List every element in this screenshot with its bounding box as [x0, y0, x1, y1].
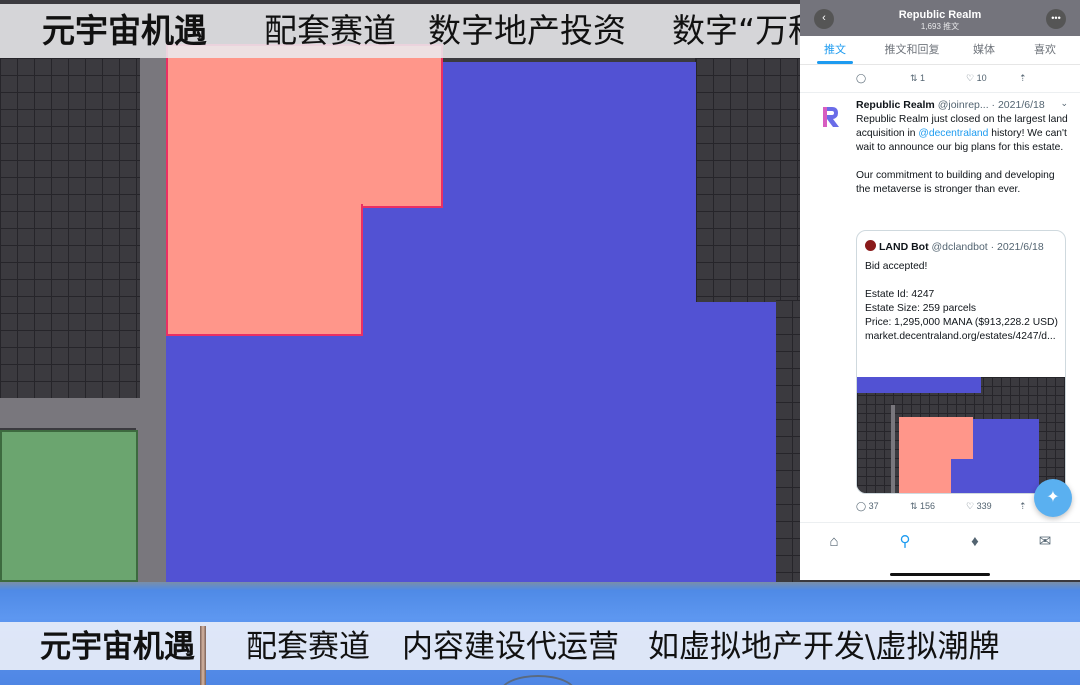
tweet-actions: ◯ 37 ⇅ 156 ♡ 339 ⇡: [856, 501, 1056, 515]
tweet-count: 1,693 推文: [920, 22, 960, 31]
banner-item-matching-track: 配套赛道: [246, 629, 370, 665]
quote-line: Price: 1,295,000 MANA ($913,228.2 USD): [865, 317, 1058, 328]
parcel-grid: [775, 300, 800, 582]
green-parcel[interactable]: [0, 430, 138, 582]
banner-item-digital-real-estate: 数字地产投资: [428, 11, 626, 50]
banner-brand: 元宇宙机遇: [40, 629, 195, 665]
banner-item-content-operation: 内容建设代运营: [402, 629, 619, 665]
tweet-menu-icon[interactable]: ⌄: [1060, 98, 1068, 109]
parcel-grid: [696, 58, 776, 302]
banner-item-matching-track: 配套赛道: [264, 11, 396, 50]
author-name: Republic Realm: [856, 99, 935, 111]
bottom-navigation: ⌂ ⚲ ♦ ✉: [800, 522, 1080, 580]
share-icon[interactable]: ⇡: [1019, 73, 1027, 84]
quote-handle-date: @dclandbot · 2021/6/18: [931, 241, 1044, 253]
more-icon[interactable]: •••: [1046, 9, 1066, 29]
road: [891, 405, 895, 493]
search-icon[interactable]: ⚲: [895, 532, 915, 552]
quote-name: LAND Bot: [879, 241, 929, 253]
author-handle-date: @joinrep... · 2021/6/18: [937, 99, 1045, 111]
tower-illustration: [200, 626, 206, 685]
decentraland-map: [0, 0, 800, 582]
bottom-title-banner: 元宇宙机遇 配套赛道 内容建设代运营 如虚拟地产开发\虚拟潮牌: [0, 622, 1080, 670]
acquired-parcels[interactable]: [166, 44, 443, 208]
share-icon[interactable]: ⇡: [1019, 501, 1027, 512]
dome-illustration: [500, 675, 576, 685]
reply-count: 37: [868, 501, 879, 511]
retweet-button[interactable]: ⇅ 1: [910, 73, 925, 84]
like-count: 339: [976, 501, 992, 511]
bottom-section: 元宇宙机遇 配套赛道 内容建设代运营 如虚拟地产开发\虚拟潮牌: [0, 582, 1080, 685]
twitter-profile-screen: ‹ Republic Realm 1,693 推文 ••• 推文 推文和回复 媒…: [800, 0, 1080, 580]
mail-icon[interactable]: ✉: [1035, 532, 1055, 552]
compose-tweet-button[interactable]: ✦: [1034, 479, 1072, 517]
quote-text: Bid accepted! Estate Id: 4247 Estate Siz…: [865, 260, 1059, 344]
quote-line: Estate Size: 259 parcels: [865, 303, 977, 314]
tab-tweets[interactable]: 推文: [800, 41, 870, 57]
tweet-author[interactable]: Republic Realm @joinrep... · 2021/6/18: [856, 99, 1045, 111]
banner-item-virtual-development: 如虚拟地产开发\虚拟潮牌: [648, 629, 1000, 665]
home-icon[interactable]: ⌂: [824, 532, 844, 552]
prev-tweet-actions: ◯ ⇅ 1 ♡ 10 ⇡: [856, 73, 1056, 87]
tweet-text: Republic Realm just closed on the larges…: [856, 113, 1068, 197]
tweet-text-paragraph: Our commitment to building and developin…: [856, 170, 1055, 195]
tab-media[interactable]: 媒体: [949, 41, 1019, 57]
estate-strip: [857, 377, 981, 393]
retweet-count: 156: [920, 501, 936, 511]
profile-name: Republic Realm: [898, 9, 982, 21]
quoted-tweet[interactable]: LAND Bot @dclandbot · 2021/6/18 Bid acce…: [856, 230, 1066, 494]
estate-4247-extension: [690, 302, 776, 582]
bell-icon[interactable]: ♦: [965, 532, 985, 552]
landbot-avatar: [865, 240, 876, 251]
like-button[interactable]: ♡ 339: [966, 501, 992, 512]
quote-line: Bid accepted!: [865, 261, 928, 272]
quote-author: LAND Bot @dclandbot · 2021/6/18: [865, 240, 1044, 253]
acquired-parcels-lower: [166, 204, 363, 336]
active-tab-indicator: [817, 61, 853, 64]
quote-map-image[interactable]: [857, 377, 1065, 493]
profile-header: ‹ Republic Realm 1,693 推文 •••: [800, 0, 1080, 36]
divider: [800, 92, 1080, 93]
retweet-button[interactable]: ⇅ 156: [910, 501, 935, 512]
road: [136, 428, 168, 582]
tab-likes[interactable]: 喜欢: [1010, 41, 1080, 57]
quote-line: Estate Id: 4247: [865, 289, 935, 300]
mention-link[interactable]: @decentraland: [918, 128, 988, 139]
banner-brand: 元宇宙机遇: [42, 11, 207, 50]
home-indicator: [890, 573, 990, 576]
profile-tabs: 推文 推文和回复 媒体 喜欢: [800, 36, 1080, 65]
tab-tweets-replies[interactable]: 推文和回复: [877, 41, 947, 57]
acquired-thumb-lower: [899, 457, 951, 493]
like-button[interactable]: ♡ 10: [966, 73, 987, 84]
road: [0, 398, 166, 428]
reply-icon[interactable]: ◯: [856, 73, 866, 84]
quote-line: market.decentraland.org/estates/4247/d..…: [865, 331, 1056, 342]
retweet-count: 1: [920, 73, 926, 83]
reply-button[interactable]: ◯ 37: [856, 501, 879, 512]
parcel-grid: [0, 58, 140, 398]
like-count: 10: [976, 73, 987, 83]
republic-realm-avatar[interactable]: [818, 104, 844, 130]
acquired-thumb: [899, 417, 973, 459]
